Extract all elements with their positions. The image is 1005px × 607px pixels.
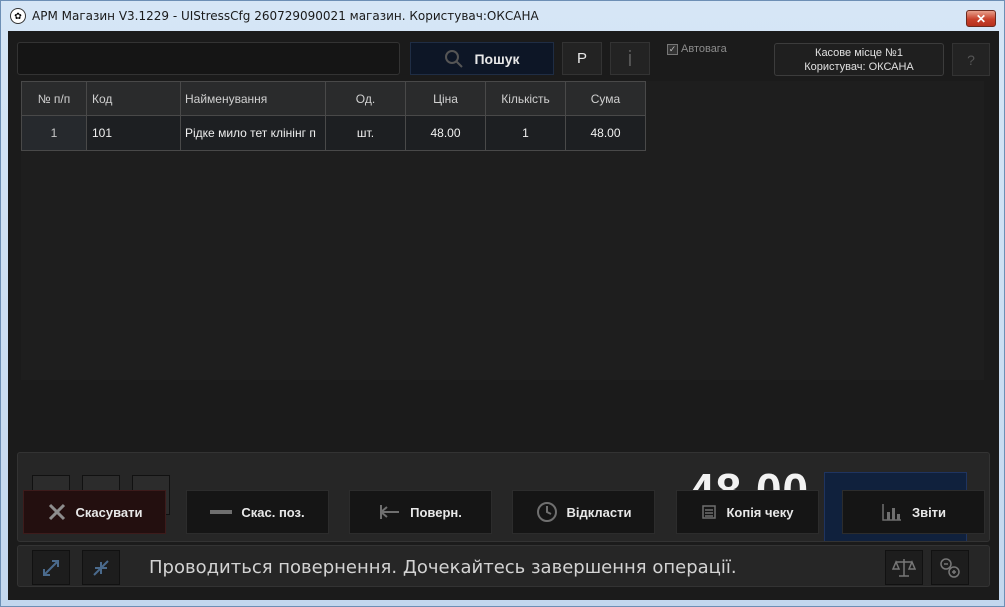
search-button-label: Пошук bbox=[474, 50, 520, 67]
postpone-button[interactable]: Відкласти bbox=[512, 490, 655, 534]
column-header[interactable]: Од. bbox=[325, 81, 406, 116]
bar-chart-icon bbox=[881, 502, 903, 522]
status-message: Проводиться повернення. Дочекайтесь заве… bbox=[149, 557, 737, 578]
name-cell: Рідке мило тет клінінг п bbox=[180, 115, 326, 151]
cancel-item-button[interactable]: Скас. поз. bbox=[186, 490, 329, 534]
main-area: Пошук P i ✓ Автовага Касове місце №1 Кор… bbox=[8, 31, 999, 600]
sum-cell: 48.00 bbox=[565, 115, 646, 151]
column-header[interactable]: Найменування bbox=[180, 81, 326, 116]
reports-label: Звіти bbox=[911, 504, 947, 520]
register-info-panel[interactable]: Касове місце №1 Користувач: ОКСАНА bbox=[774, 43, 944, 76]
receipt-grid[interactable]: № п/п Код Найменування Од. Ціна Кількіст… bbox=[21, 81, 984, 380]
status-bar: Проводиться повернення. Дочекайтесь заве… bbox=[17, 545, 990, 587]
clock-icon bbox=[536, 501, 558, 523]
search-button[interactable]: Пошук bbox=[410, 42, 554, 75]
collapse-icon bbox=[93, 559, 109, 576]
column-header[interactable]: Сума bbox=[565, 81, 646, 116]
unit-cell: шт. bbox=[325, 115, 406, 151]
p-button[interactable]: P bbox=[562, 42, 602, 75]
column-header[interactable]: Ціна bbox=[405, 81, 486, 116]
scale-button[interactable] bbox=[885, 550, 923, 585]
register-user: Користувач: ОКСАНА bbox=[804, 61, 914, 73]
code-cell: 101 bbox=[86, 115, 181, 151]
expand-button[interactable] bbox=[32, 550, 70, 585]
return-label: Поверн. bbox=[410, 504, 462, 520]
column-header[interactable]: № п/п bbox=[21, 81, 87, 116]
table-header-row: № п/п Код Найменування Од. Ціна Кількіст… bbox=[21, 81, 646, 116]
close-button[interactable]: ✕ bbox=[966, 10, 996, 27]
search-input[interactable] bbox=[17, 42, 400, 75]
support-icon bbox=[940, 557, 960, 578]
autovaga-label: Автовага bbox=[681, 43, 727, 55]
price-cell: 48.00 bbox=[405, 115, 486, 151]
collapse-button[interactable] bbox=[82, 550, 120, 585]
support-button[interactable] bbox=[931, 550, 969, 585]
reports-button[interactable]: Звіти bbox=[842, 490, 985, 534]
minus-icon bbox=[210, 507, 233, 517]
magnifier-icon bbox=[445, 49, 464, 68]
help-button[interactable]: ? bbox=[952, 43, 990, 76]
receipt-table: № п/п Код Найменування Од. Ціна Кількіст… bbox=[21, 81, 646, 151]
column-header[interactable]: Кількість bbox=[485, 81, 566, 116]
receipt-copy-label: Копія чеку bbox=[726, 504, 794, 520]
return-button[interactable]: Поверн. bbox=[349, 490, 492, 534]
app-logo-icon: ✿ bbox=[10, 8, 26, 24]
receipt-icon bbox=[701, 504, 717, 520]
cancel-button[interactable]: Скасувати bbox=[23, 490, 166, 534]
title-bar: ✿ АРМ Магазин V3.1229 - UIStressCfg 2607… bbox=[1, 1, 1004, 31]
scales-icon bbox=[892, 558, 916, 577]
cross-icon bbox=[47, 502, 67, 522]
info-button[interactable]: i bbox=[610, 42, 650, 75]
receipt-copy-button[interactable]: Копія чеку bbox=[676, 490, 819, 534]
register-number: Касове місце №1 bbox=[815, 47, 903, 59]
table-row[interactable]: 1 101 Рідке мило тет клінінг п шт. 48.00… bbox=[21, 115, 646, 151]
postpone-label: Відкласти bbox=[566, 504, 632, 520]
app-window: ✿ АРМ Магазин V3.1229 - UIStressCfg 2607… bbox=[0, 0, 1005, 607]
column-header[interactable]: Код bbox=[86, 81, 181, 116]
window-title: АРМ Магазин V3.1229 - UIStressCfg 260729… bbox=[32, 9, 539, 23]
row-number-cell: 1 bbox=[21, 115, 87, 151]
autovaga-checkbox[interactable]: ✓ Автовага bbox=[667, 43, 727, 55]
checkbox-checked-icon: ✓ bbox=[667, 43, 678, 55]
cancel-label: Скасувати bbox=[75, 504, 143, 520]
quantity-cell: 1 bbox=[485, 115, 566, 151]
expand-icon bbox=[43, 559, 59, 576]
cancel-item-label: Скас. поз. bbox=[241, 504, 305, 520]
return-arrow-icon bbox=[379, 503, 401, 521]
